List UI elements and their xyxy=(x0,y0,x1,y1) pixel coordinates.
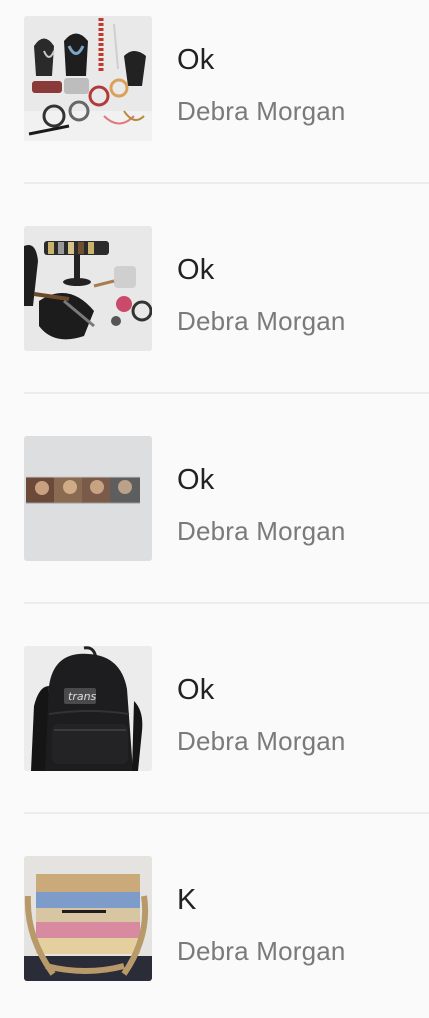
striped-crossbody-bag-photo xyxy=(24,856,152,981)
item-seller: Debra Morgan xyxy=(177,96,346,126)
svg-text:trans: trans xyxy=(68,690,97,703)
list-item[interactable]: Ok Debra Morgan xyxy=(0,210,429,420)
divider xyxy=(24,182,429,184)
list-item[interactable]: Ok Debra Morgan xyxy=(0,0,429,210)
list-item[interactable]: K Debra Morgan xyxy=(0,840,429,1018)
item-thumbnail[interactable] xyxy=(24,16,152,141)
item-title[interactable]: Ok xyxy=(177,464,214,497)
listing-list: Ok Debra Morgan Ok Debra Morgan Ok Debra… xyxy=(0,0,429,1018)
list-item[interactable]: trans Ok Debra Morgan xyxy=(0,630,429,840)
item-seller: Debra Morgan xyxy=(177,726,346,756)
item-seller: Debra Morgan xyxy=(177,936,346,966)
bracelets-and-accessories-photo xyxy=(24,226,152,351)
black-backpack-photo: trans xyxy=(24,646,152,771)
divider xyxy=(24,602,429,604)
item-thumbnail[interactable] xyxy=(24,436,152,561)
item-thumbnail[interactable] xyxy=(24,856,152,981)
jewelry-lot-photo xyxy=(24,16,152,141)
item-title[interactable]: Ok xyxy=(177,674,214,707)
item-thumbnail[interactable] xyxy=(24,226,152,351)
item-thumbnail[interactable]: trans xyxy=(24,646,152,771)
item-seller: Debra Morgan xyxy=(177,306,346,336)
divider xyxy=(24,392,429,394)
list-item[interactable]: Ok Debra Morgan xyxy=(0,420,429,630)
cd-cases-photo xyxy=(24,436,152,561)
item-seller: Debra Morgan xyxy=(177,516,346,546)
item-title[interactable]: Ok xyxy=(177,254,214,287)
item-title[interactable]: K xyxy=(177,884,197,917)
item-title[interactable]: Ok xyxy=(177,44,214,77)
divider xyxy=(24,812,429,814)
